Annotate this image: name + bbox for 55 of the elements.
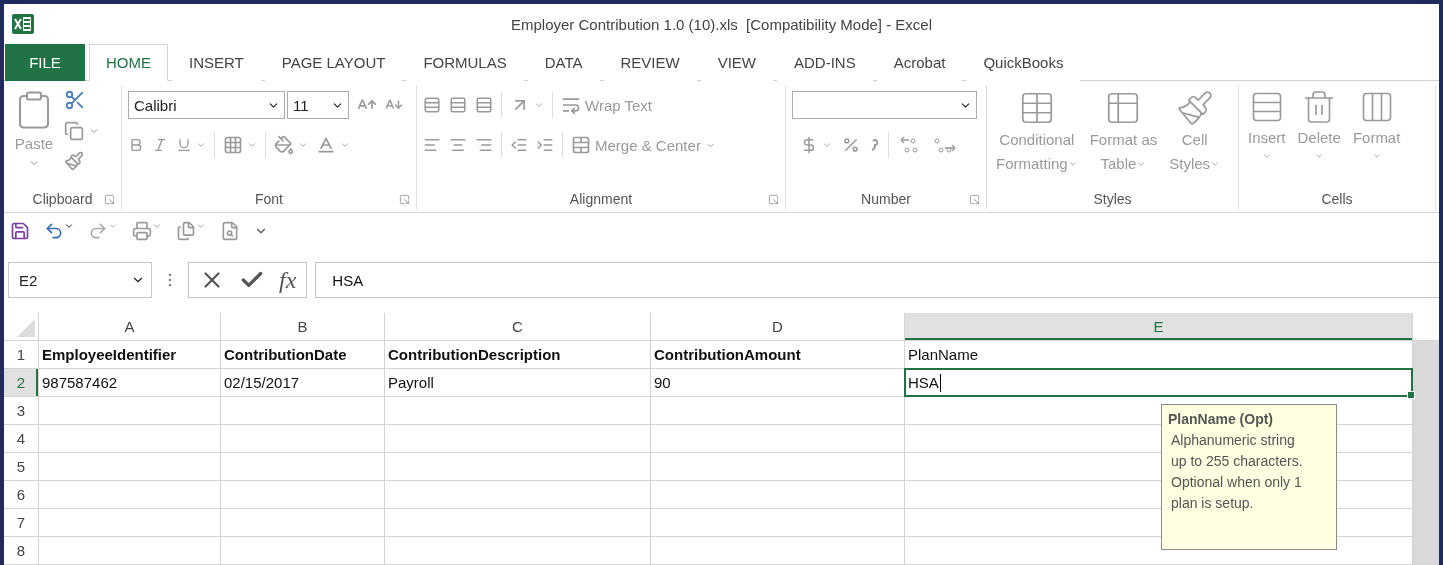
tooltip-title: PlanName (Opt) <box>1168 410 1274 429</box>
group-label: Font <box>255 191 283 207</box>
row-header[interactable]: 5 <box>4 453 38 480</box>
paintbrush-icon[interactable] <box>1175 89 1214 127</box>
tooltip-text: up to 255 characters. <box>1170 452 1304 471</box>
ribbon-tab[interactable]: HOME <box>89 44 168 81</box>
pages-icon[interactable] <box>176 221 196 241</box>
tooltip-text: plan is setup. <box>1170 494 1255 513</box>
column-header[interactable]: B <box>221 313 384 340</box>
fill-handle[interactable] <box>1407 391 1415 399</box>
table-cell[interactable]: ContributionDate <box>221 341 384 368</box>
table-cell[interactable]: PlanName <box>905 341 1412 368</box>
tooltip-text: Alphanumeric string <box>1170 431 1296 450</box>
row-header[interactable]: 3 <box>4 397 38 424</box>
window-title: Employer Contribution 1.0 (10).xls [Compatibility Mode] - Excel <box>510 15 933 33</box>
active-cell[interactable]: HSA <box>905 369 1412 396</box>
grip-icon <box>168 272 172 288</box>
formula-field[interactable]: HSA <box>315 262 1439 298</box>
name-box[interactable]: E2 <box>8 262 152 298</box>
row-header[interactable]: 8 <box>4 537 38 564</box>
save-icon[interactable] <box>10 221 30 241</box>
document-icon[interactable] <box>220 221 240 241</box>
table-cell[interactable]: 987587462 <box>39 369 220 396</box>
column-header[interactable]: E <box>905 313 1412 340</box>
redo-icon[interactable] <box>88 221 108 241</box>
row-header[interactable]: 1 <box>4 341 38 368</box>
table-cell[interactable]: EmployeeIdentifier <box>39 341 220 368</box>
table-cell[interactable]: ContributionDescription <box>385 341 650 368</box>
select-all-icon[interactable] <box>17 319 35 337</box>
group-label: Cells <box>1321 191 1353 207</box>
group-label: Number <box>861 191 911 207</box>
ribbon-tab[interactable]: FILE <box>5 44 85 81</box>
caret-icon[interactable] <box>64 221 74 231</box>
group-label: Clipboard <box>32 191 93 207</box>
table-cell[interactable]: 90 <box>651 369 904 396</box>
table-cell[interactable]: ContributionAmount <box>651 341 904 368</box>
row-header[interactable]: 6 <box>4 481 38 508</box>
row-header[interactable]: 7 <box>4 509 38 536</box>
undo-icon[interactable] <box>44 221 64 241</box>
group-label: Alignment <box>569 191 633 207</box>
printer-icon[interactable] <box>132 221 152 241</box>
excel-logo-icon <box>12 13 34 35</box>
table-cell[interactable]: Payroll <box>385 369 650 396</box>
row-header[interactable]: 2 <box>4 369 38 396</box>
insert-function-button[interactable]: fx <box>279 266 297 294</box>
table-cell[interactable]: 02/15/2017 <box>221 369 384 396</box>
column-header[interactable]: D <box>651 313 904 340</box>
wrap-text-icon[interactable] <box>561 95 581 115</box>
column-header[interactable]: A <box>39 313 220 340</box>
group-label: Styles <box>1093 191 1132 207</box>
tooltip-text: Optional when only 1 <box>1170 473 1303 492</box>
column-header[interactable]: C <box>385 313 650 340</box>
scrollbar[interactable] <box>1413 341 1439 564</box>
row-header[interactable]: 4 <box>4 425 38 452</box>
merge-cells-icon[interactable] <box>571 135 591 155</box>
